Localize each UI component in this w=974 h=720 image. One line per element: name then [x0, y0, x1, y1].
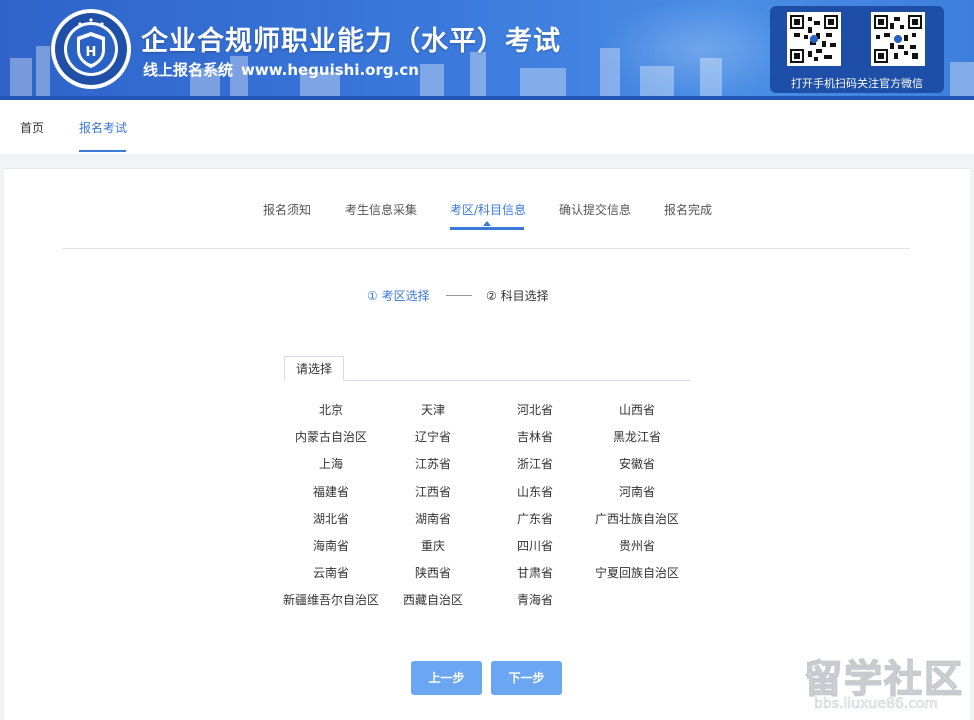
- qr-code-icon: [871, 12, 925, 66]
- region-option[interactable]: 新疆维吾尔自治区: [280, 591, 382, 608]
- region-option[interactable]: 云南省: [280, 564, 382, 581]
- region-option[interactable]: 陕西省: [382, 564, 484, 581]
- qr-code-icon: [787, 12, 841, 66]
- qr-caption: 打开手机扫码关注官方微信: [791, 77, 923, 90]
- next-step-button[interactable]: 下一步: [491, 661, 562, 695]
- region-option[interactable]: 山东省: [484, 483, 586, 500]
- region-option[interactable]: 天津: [382, 401, 484, 418]
- region-option[interactable]: 河南省: [586, 483, 688, 500]
- region-option[interactable]: 上海: [280, 455, 382, 472]
- region-tab-bar: 请选择: [284, 356, 690, 382]
- region-option[interactable]: 广东省: [484, 510, 586, 527]
- region-option[interactable]: 四川省: [484, 537, 586, 554]
- region-option[interactable]: 吉林省: [484, 428, 586, 445]
- banner-title: 企业合规师职业能力（水平）考试: [141, 26, 561, 57]
- banner-subtitle: 线上报名系统 www.heguishi.org.cn: [143, 59, 419, 80]
- step-complete[interactable]: 报名完成: [664, 201, 712, 218]
- site-banner: H 企业合规师职业能力（水平）考试 线上报名系统 www.heguishi.org…: [0, 0, 974, 98]
- sub-steps: ① 考区选择 ② 科目选择: [4, 287, 970, 307]
- step-candidate-info[interactable]: 考生信息采集: [345, 201, 417, 218]
- region-option[interactable]: 青海省: [484, 591, 586, 608]
- site-url: www.heguishi.org.cn: [241, 61, 419, 79]
- wechat-qr-panel: 打开手机扫码关注官方微信: [770, 6, 944, 93]
- step-region-subject[interactable]: 考区/科目信息: [450, 201, 526, 218]
- region-option[interactable]: 黑龙江省: [586, 428, 688, 445]
- nav-home[interactable]: 首页: [20, 119, 44, 136]
- region-option[interactable]: 辽宁省: [382, 428, 484, 445]
- registration-panel: 报名须知 考生信息采集 考区/科目信息 确认提交信息 报名完成 ① 考区选择 ②…: [4, 168, 970, 720]
- region-option[interactable]: 江苏省: [382, 455, 484, 472]
- substep-region-select[interactable]: ① 考区选择: [367, 287, 430, 304]
- watermark-text: 留学社区: [803, 656, 965, 702]
- region-option[interactable]: 重庆: [382, 537, 484, 554]
- region-option[interactable]: 北京: [280, 401, 382, 418]
- steps-divider: [62, 248, 910, 249]
- active-step-indicator: [450, 227, 524, 230]
- region-option[interactable]: 广西壮族自治区: [586, 510, 688, 527]
- region-option[interactable]: 内蒙古自治区: [280, 428, 382, 445]
- prev-step-button[interactable]: 上一步: [411, 661, 482, 695]
- substep-connector: [446, 295, 472, 296]
- substep-subject-select[interactable]: ② 科目选择: [486, 287, 549, 304]
- region-option[interactable]: 山西省: [586, 401, 688, 418]
- region-option[interactable]: 安徽省: [586, 455, 688, 472]
- nav-active-indicator: [79, 150, 126, 152]
- region-option[interactable]: 湖南省: [382, 510, 484, 527]
- watermark-url: bbs.liuxue86.com: [814, 696, 939, 713]
- region-option[interactable]: 宁夏回族自治区: [586, 564, 688, 581]
- region-option[interactable]: 福建省: [280, 483, 382, 500]
- region-option[interactable]: 浙江省: [484, 455, 586, 472]
- region-option[interactable]: 河北省: [484, 401, 586, 418]
- region-option[interactable]: 贵州省: [586, 537, 688, 554]
- registration-steps: 报名须知 考生信息采集 考区/科目信息 确认提交信息 报名完成: [4, 201, 970, 231]
- nav-register-exam[interactable]: 报名考试: [79, 119, 127, 136]
- tab-baseline: [284, 380, 690, 381]
- exam-seal-logo: H: [51, 9, 131, 89]
- region-option[interactable]: 海南省: [280, 537, 382, 554]
- region-option[interactable]: 西藏自治区: [382, 591, 484, 608]
- top-navigation: 首页 报名考试: [0, 100, 974, 154]
- tab-please-select[interactable]: 请选择: [284, 356, 344, 381]
- region-option[interactable]: 江西省: [382, 483, 484, 500]
- site-watermark: 留学社区 bbs.liuxue86.com: [800, 648, 970, 718]
- region-option[interactable]: 湖北省: [280, 510, 382, 527]
- svg-text:H: H: [86, 45, 97, 60]
- system-name: 线上报名系统: [143, 61, 234, 79]
- active-step-caret-icon: [483, 221, 491, 226]
- step-notice[interactable]: 报名须知: [263, 201, 311, 218]
- region-option[interactable]: 甘肃省: [484, 564, 586, 581]
- step-confirm-submit[interactable]: 确认提交信息: [559, 201, 631, 218]
